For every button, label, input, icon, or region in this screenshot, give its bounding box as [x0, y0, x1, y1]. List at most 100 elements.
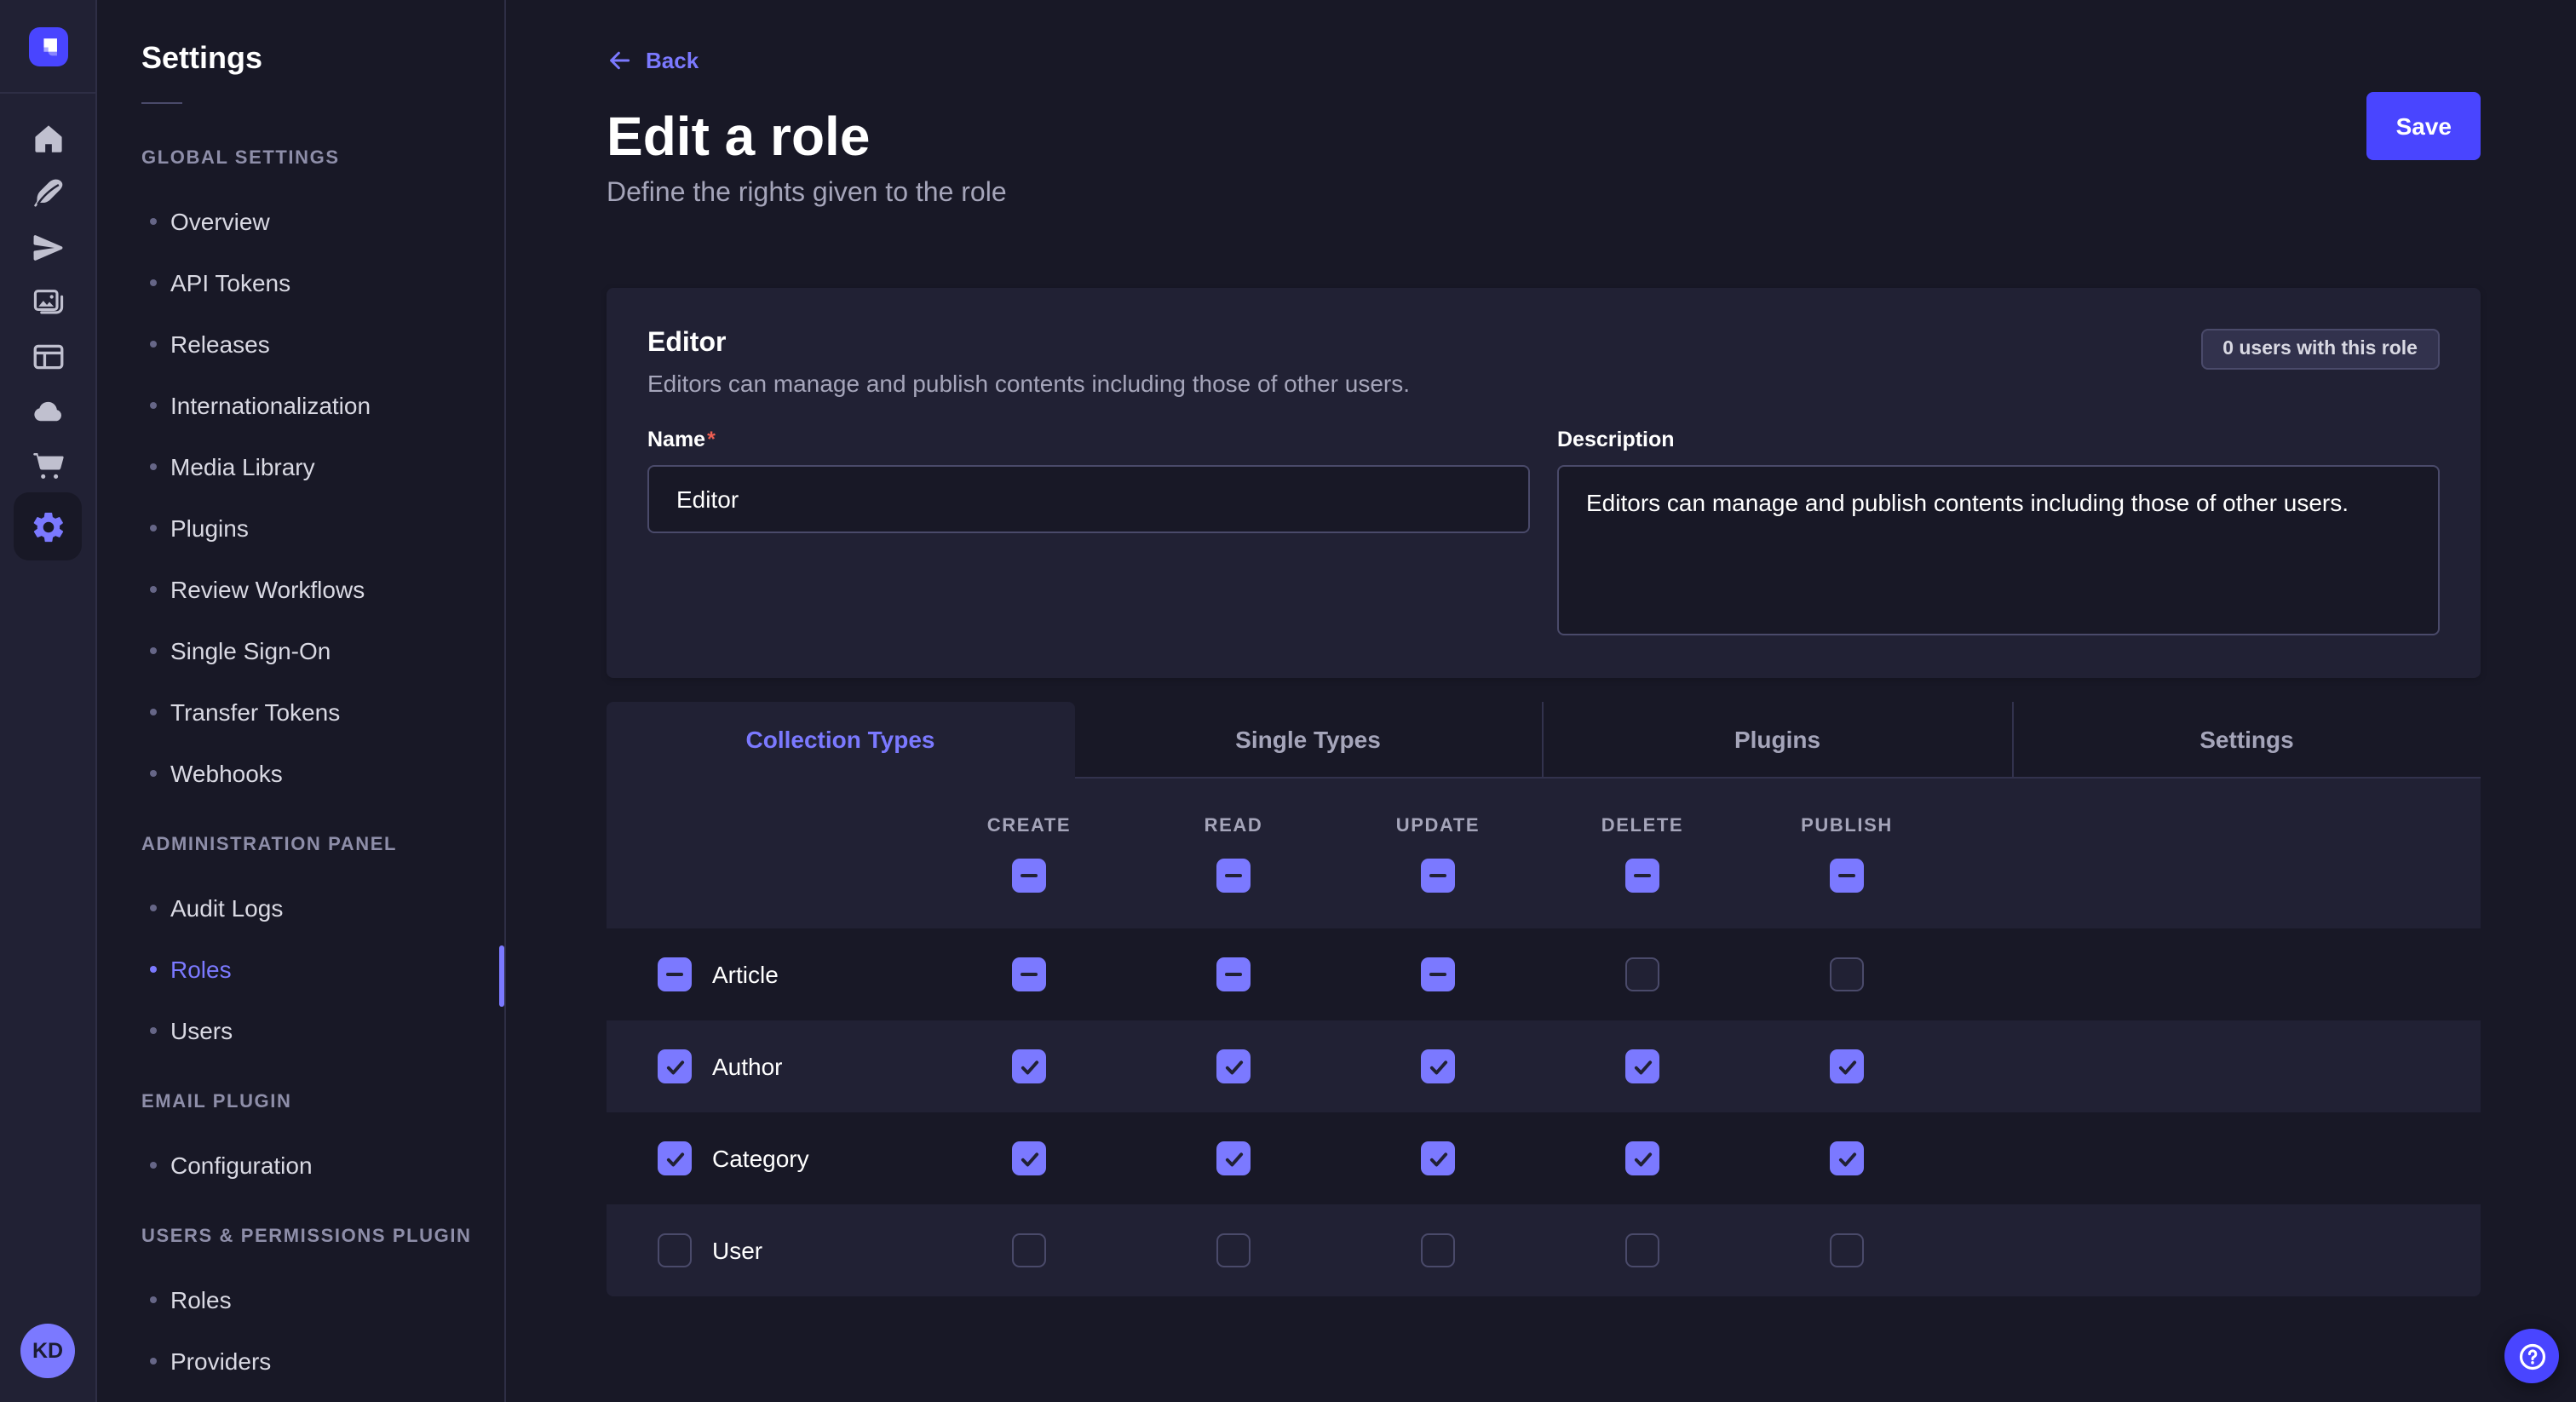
author-update-checked[interactable]	[1421, 1049, 1455, 1083]
media-library-icon[interactable]	[20, 274, 75, 329]
bullet-icon	[150, 770, 157, 777]
category-create-checked[interactable]	[1012, 1141, 1046, 1175]
save-button[interactable]: Save	[2367, 92, 2481, 160]
tab-label: Plugins	[1734, 726, 1820, 753]
sidebar-item-roles[interactable]: Roles	[97, 1269, 504, 1330]
article-create-indeterminate[interactable]	[1012, 957, 1046, 991]
author-publish-checked[interactable]	[1830, 1049, 1864, 1083]
cloud-icon[interactable]	[20, 383, 75, 438]
settings-gear-icon[interactable]	[14, 492, 82, 560]
sidebar-item-api-tokens[interactable]: API Tokens	[97, 252, 504, 313]
column-header-create: CREATE	[987, 816, 1071, 836]
row-label-cell: Author	[607, 1049, 927, 1083]
sidebar-item-single-sign-on[interactable]: Single Sign-On	[97, 620, 504, 681]
select-all-publish-indeterminate[interactable]	[1830, 859, 1864, 893]
user-avatar[interactable]: KD	[20, 1324, 75, 1378]
back-arrow-icon	[607, 48, 632, 73]
main-content: Back Edit a role Define the rights given…	[506, 0, 2576, 1402]
category-read-checked[interactable]	[1216, 1141, 1251, 1175]
sidebar-item-audit-logs[interactable]: Audit Logs	[97, 877, 504, 939]
user-read-unchecked[interactable]	[1216, 1233, 1251, 1267]
category-update-checked[interactable]	[1421, 1141, 1455, 1175]
permission-row-article: Article	[607, 928, 2481, 1020]
indeterminate-dash	[1838, 874, 1855, 878]
user-publish-unchecked[interactable]	[1830, 1233, 1864, 1267]
author-create-checked[interactable]	[1012, 1049, 1046, 1083]
user-update-unchecked[interactable]	[1421, 1233, 1455, 1267]
sidebar-item-releases[interactable]: Releases	[97, 313, 504, 375]
sidebar-item-review-workflows[interactable]: Review Workflows	[97, 559, 504, 620]
sidebar-item-plugins[interactable]: Plugins	[97, 497, 504, 559]
feather-icon[interactable]	[20, 165, 75, 220]
user-create-unchecked[interactable]	[1012, 1233, 1046, 1267]
select-all-delete-indeterminate[interactable]	[1625, 859, 1659, 893]
article-read-indeterminate[interactable]	[1216, 957, 1251, 991]
bullet-icon	[150, 218, 157, 225]
bullet-icon	[150, 1162, 157, 1169]
permission-row-user: User	[607, 1204, 2481, 1296]
home-icon[interactable]	[20, 111, 75, 165]
sidebar-section-header: USERS & PERMISSIONS PLUGIN	[141, 1227, 504, 1247]
marketplace-cart-icon[interactable]	[20, 438, 75, 492]
sidebar-item-roles[interactable]: Roles	[97, 939, 504, 1000]
sidebar-item-webhooks[interactable]: Webhooks	[97, 743, 504, 804]
author-delete-checked[interactable]	[1625, 1049, 1659, 1083]
description-textarea[interactable]	[1557, 465, 2440, 635]
select-all-read-indeterminate[interactable]	[1216, 859, 1251, 893]
name-field-label: Name*	[647, 428, 1530, 451]
row-user-unchecked[interactable]	[658, 1233, 692, 1267]
sidebar-item-label: Audit Logs	[170, 894, 283, 922]
row-label-cell: Category	[607, 1141, 927, 1175]
tab-plugins[interactable]: Plugins	[1542, 702, 2011, 777]
paper-plane-icon[interactable]	[20, 220, 75, 274]
name-input[interactable]	[647, 465, 1530, 533]
sidebar-title: Settings	[141, 41, 504, 77]
category-delete-checked[interactable]	[1625, 1141, 1659, 1175]
sidebar-item-label: API Tokens	[170, 269, 290, 296]
bullet-icon	[150, 279, 157, 286]
sidebar-item-internationalization[interactable]: Internationalization	[97, 375, 504, 436]
article-publish-unchecked[interactable]	[1830, 957, 1864, 991]
sidebar-item-configuration[interactable]: Configuration	[97, 1135, 504, 1196]
sidebar-item-users[interactable]: Users	[97, 1000, 504, 1061]
name-field: Name*	[647, 428, 1530, 644]
help-button[interactable]	[2504, 1329, 2559, 1383]
row-article-indeterminate[interactable]	[658, 957, 692, 991]
strapi-logo[interactable]	[28, 26, 67, 66]
sidebar-item-media-library[interactable]: Media Library	[97, 436, 504, 497]
column-header-read: READ	[1205, 816, 1263, 836]
strapi-admin-app: KD Settings GLOBAL SETTINGS Overview API T…	[0, 0, 2576, 1402]
indeterminate-dash	[1225, 973, 1242, 977]
sidebar-item-label: Media Library	[170, 453, 315, 480]
tab-single-types[interactable]: Single Types	[1074, 702, 1542, 777]
back-link[interactable]: Back	[607, 48, 699, 73]
tab-label: Settings	[2199, 726, 2293, 753]
user-delete-unchecked[interactable]	[1625, 1233, 1659, 1267]
sidebar-item-label: Review Workflows	[170, 576, 365, 603]
page-subtitle: Define the rights given to the role	[607, 174, 2481, 215]
sidebar-item-overview[interactable]: Overview	[97, 191, 504, 252]
tab-settings[interactable]: Settings	[2011, 702, 2481, 777]
category-publish-checked[interactable]	[1830, 1141, 1864, 1175]
indeterminate-dash	[1225, 874, 1242, 878]
row-category-checked[interactable]	[658, 1141, 692, 1175]
users-count-badge: 0 users with this role	[2200, 329, 2440, 370]
sidebar-item-label: Internationalization	[170, 392, 371, 419]
sidebar-section-users-permissions-plugin: USERS & PERMISSIONS PLUGIN RolesProviders	[97, 1227, 504, 1392]
sidebar-item-label: Plugins	[170, 514, 249, 542]
row-author-checked[interactable]	[658, 1049, 692, 1083]
select-all-create-indeterminate[interactable]	[1012, 859, 1046, 893]
tab-collection-types[interactable]: Collection Types	[607, 702, 1074, 777]
sidebar-section-header: GLOBAL SETTINGS	[141, 148, 504, 169]
author-read-checked[interactable]	[1216, 1049, 1251, 1083]
article-delete-unchecked[interactable]	[1625, 957, 1659, 991]
sidebar-item-label: Webhooks	[170, 760, 283, 787]
layout-icon[interactable]	[20, 329, 75, 383]
article-update-indeterminate[interactable]	[1421, 957, 1455, 991]
page-title: Edit a role	[607, 102, 2481, 170]
select-all-update-indeterminate[interactable]	[1421, 859, 1455, 893]
sidebar-item-label: Users	[170, 1017, 233, 1044]
sidebar-item-transfer-tokens[interactable]: Transfer Tokens	[97, 681, 504, 743]
sidebar-section-email-plugin: EMAIL PLUGINConfiguration	[97, 1092, 504, 1196]
sidebar-item-providers[interactable]: Providers	[97, 1330, 504, 1392]
